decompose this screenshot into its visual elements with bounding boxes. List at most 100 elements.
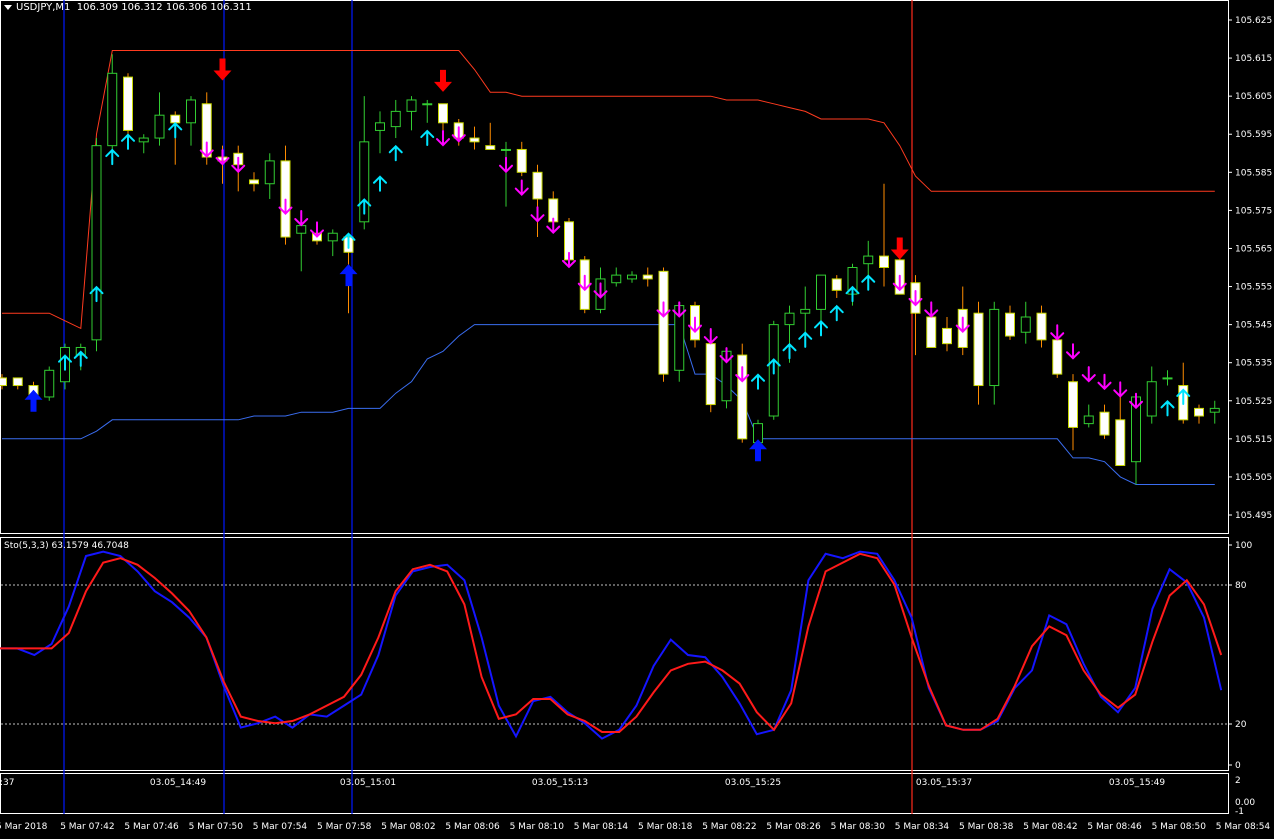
candle-body (1115, 419, 1126, 466)
candle-body (154, 114, 165, 139)
candle-body (438, 103, 448, 124)
candle-body (186, 99, 196, 124)
time-label-top: 03.05_15:13 (532, 778, 588, 788)
time-label-bottom: 5 Mar 08:02 (381, 822, 435, 832)
candle-body (1020, 316, 1031, 333)
chevron-down-icon[interactable] (4, 4, 12, 10)
price-tick-label: 105.585 (1235, 168, 1272, 178)
time-label-top: 03.05_15:37 (916, 778, 972, 788)
candle-body (390, 110, 401, 128)
candle-body (816, 274, 826, 310)
candle-body (784, 312, 795, 326)
price-tick-label: 105.545 (1235, 321, 1272, 331)
candle-body (926, 316, 937, 348)
time-label-bottom: 5 Mar 08:50 (1152, 822, 1207, 832)
bottom-tick-label: 2 (1235, 776, 1241, 786)
price-tick-label: 105.525 (1235, 397, 1272, 407)
time-label-bottom: 5 Mar 08:46 (1087, 822, 1142, 832)
time-label-bottom: 5 Mar 07:50 (189, 822, 244, 832)
candle-body (642, 274, 653, 280)
candle-body (123, 76, 133, 131)
candle-body (973, 312, 984, 387)
time-label-bottom: 5 Mar 07:46 (124, 822, 179, 832)
candle-body (264, 160, 275, 185)
candle-body (0, 377, 7, 387)
price-tick-label: 105.565 (1235, 244, 1272, 254)
candle-body (879, 255, 889, 269)
candle-body (170, 114, 181, 124)
price-tick-label: 105.625 (1235, 16, 1272, 26)
price-tick-label: 105.495 (1235, 511, 1272, 521)
time-label-bottom: 5 Mar 08:06 (445, 822, 500, 832)
candle-body (1099, 411, 1110, 436)
time-label-bottom: 5 Mar 08:54 (1216, 822, 1271, 832)
candle-body (658, 270, 669, 375)
candle-body (249, 179, 259, 185)
time-label-bottom: 5 Mar 08:14 (574, 822, 629, 832)
candle-body (1068, 381, 1078, 428)
sto-tick-label: 100 (1235, 541, 1252, 551)
candle-body (611, 274, 622, 284)
candle-body (327, 232, 338, 242)
price-tick-label: 105.605 (1235, 92, 1272, 102)
time-label-bottom: 5 Mar 08:30 (831, 822, 886, 832)
candle-body (516, 148, 527, 173)
candle-body (1052, 339, 1063, 375)
time-label-bottom: 5 Mar 08:18 (638, 822, 693, 832)
time-label-top: 03.05_14:49 (150, 778, 206, 788)
candle-body (800, 308, 811, 314)
time-label-bottom: 5 Mar 07:42 (60, 822, 114, 832)
candle-body (406, 99, 417, 112)
candle-body (1036, 312, 1047, 341)
time-label-bottom: 5 Mar 2018 (0, 822, 48, 832)
candle-body (138, 137, 149, 143)
price-tick-label: 105.615 (1235, 54, 1272, 64)
time-label-bottom: 5 Mar 08:38 (959, 822, 1014, 832)
candle-body (485, 145, 496, 150)
symbol-header[interactable]: USDJPY,M1 106.309 106.312 106.306 106.31… (4, 2, 252, 13)
candle-body (107, 72, 118, 147)
time-label-top: :37 (0, 778, 14, 788)
time-label-bottom: 5 Mar 08:34 (895, 822, 950, 832)
bottom-tick-label: -1 (1235, 807, 1244, 817)
time-label-bottom: 5 Mar 08:26 (766, 822, 821, 832)
time-label-top: 03.05_15:49 (1109, 778, 1165, 788)
sto-tick-label: 80 (1235, 581, 1247, 591)
candle-body (942, 327, 952, 345)
candle-body (532, 171, 543, 200)
sto-tick-label: 20 (1235, 720, 1247, 730)
candle-body (422, 103, 433, 106)
candle-body (1162, 377, 1173, 380)
candle-body (469, 137, 480, 143)
symbol-label: USDJPY,M1 (16, 2, 71, 13)
candle-body (831, 278, 842, 291)
candle-body (296, 225, 307, 234)
sto-indicator-label: Sto(5,3,3) 63.1579 46.7048 (4, 541, 129, 551)
price-tick-label: 105.595 (1235, 130, 1272, 140)
candle-body (863, 255, 874, 265)
time-label-bottom: 5 Mar 07:54 (253, 822, 308, 832)
candle-body (705, 343, 716, 406)
price-tick-label: 105.515 (1235, 435, 1272, 445)
candle-body (1083, 415, 1094, 425)
ohlc-label: 106.309 106.312 106.306 106.311 (76, 2, 252, 13)
time-label-bottom: 5 Mar 08:10 (510, 822, 565, 832)
price-tick-label: 105.575 (1235, 206, 1272, 216)
candle-body (989, 308, 1000, 387)
chart-canvas: 105.625 105.615 105.605 105.595 105.585 105.5… (0, 0, 1274, 839)
candle-body (1146, 381, 1157, 417)
candle-body (1194, 407, 1204, 417)
time-label-bottom: 5 Mar 08:22 (702, 822, 756, 832)
time-label-bottom: 5 Mar 07:58 (317, 822, 372, 832)
candle-body (627, 274, 637, 280)
price-tick-label: 105.555 (1235, 283, 1272, 293)
candle-body (1005, 312, 1015, 337)
candle-body (375, 122, 385, 131)
price-tick-label: 105.535 (1235, 359, 1272, 369)
time-label-top: 03.05_15:25 (725, 778, 781, 788)
sto-tick-label: 0 (1235, 761, 1241, 771)
candle-body (12, 377, 23, 387)
time-label-bottom: 5 Mar 08:42 (1023, 822, 1077, 832)
candle-body (1209, 407, 1220, 413)
candle-body (501, 148, 511, 151)
